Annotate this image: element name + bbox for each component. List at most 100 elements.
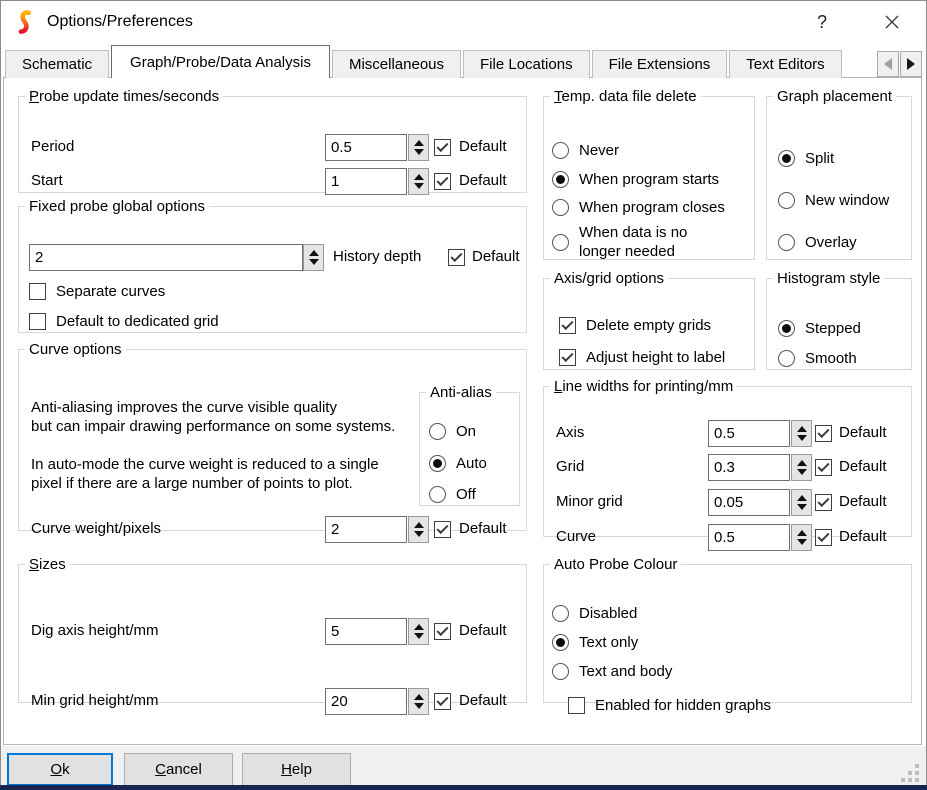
dig-axis-height-spinner[interactable] — [408, 618, 429, 645]
grid-width-spinner[interactable] — [791, 454, 812, 481]
default-label: Default — [459, 138, 507, 155]
group-line-widths: Line widths for printing/mm Axis Default… — [543, 378, 912, 537]
grid-width-default-checkbox[interactable] — [815, 459, 832, 476]
anti-alias-auto-option[interactable]: Auto — [429, 455, 487, 472]
separate-curves-checkbox[interactable] — [29, 283, 46, 300]
tab-file-extensions[interactable]: File Extensions — [592, 50, 728, 78]
radio-new-window — [778, 192, 795, 209]
help-titlebar-button[interactable]: ? — [799, 1, 845, 43]
close-button[interactable] — [869, 1, 915, 43]
period-input[interactable] — [325, 134, 407, 161]
dedicated-grid-checkbox[interactable] — [29, 313, 46, 330]
window-bottom-edge — [0, 785, 927, 790]
curve-width-row: Curve Default — [544, 524, 911, 551]
axis-width-input[interactable] — [708, 420, 790, 447]
minor-grid-width-spinner[interactable] — [791, 489, 812, 516]
minor-grid-default-checkbox[interactable] — [815, 494, 832, 511]
probe-colour-text-only-option[interactable]: Text only — [552, 634, 638, 651]
history-depth-spinner[interactable] — [303, 244, 324, 271]
min-grid-height-input[interactable] — [325, 688, 407, 715]
tab-graph-probe-data-analysis[interactable]: Graph/Probe/Data Analysis — [111, 45, 330, 78]
dig-axis-height-input[interactable] — [325, 618, 407, 645]
curve-weight-spinner[interactable] — [408, 516, 429, 543]
tab-scroll-left-button[interactable] — [877, 51, 899, 77]
spin-down-icon — [797, 504, 807, 510]
placement-overlay-option[interactable]: Overlay — [778, 234, 857, 251]
help-button[interactable]: Help — [242, 753, 351, 786]
tab-file-locations[interactable]: File Locations — [463, 50, 590, 78]
probe-colour-text-and-body-option[interactable]: Text and body — [552, 663, 672, 680]
spin-down-icon — [414, 149, 424, 155]
dedicated-grid-option[interactable]: Default to dedicated grid — [29, 313, 219, 330]
dig-axis-default-checkbox[interactable] — [434, 623, 451, 640]
radio-split — [778, 150, 795, 167]
period-default-checkbox[interactable] — [434, 139, 451, 156]
tab-miscellaneous[interactable]: Miscellaneous — [332, 50, 461, 78]
histogram-smooth-option[interactable]: Smooth — [778, 350, 857, 367]
probe-colour-disabled-option[interactable]: Disabled — [552, 605, 637, 622]
min-grid-default-checkbox[interactable] — [434, 693, 451, 710]
tab-scroll-buttons — [877, 51, 922, 77]
hidden-graphs-checkbox[interactable] — [568, 697, 585, 714]
curve-width-spinner[interactable] — [791, 524, 812, 551]
delete-empty-grids-option[interactable]: Delete empty grids — [559, 317, 711, 334]
ok-button[interactable]: Ok — [7, 753, 113, 786]
adjust-height-checkbox[interactable] — [559, 349, 576, 366]
period-row: Period Default — [19, 134, 526, 161]
hidden-graphs-option[interactable]: Enabled for hidden graphs — [568, 697, 771, 714]
start-spinner[interactable] — [408, 168, 429, 195]
min-grid-height-spinner[interactable] — [408, 688, 429, 715]
curve-width-input[interactable] — [708, 524, 790, 551]
start-input[interactable] — [325, 168, 407, 195]
delete-on-start-option[interactable]: When program starts — [552, 171, 719, 188]
tab-schematic[interactable]: Schematic — [5, 50, 109, 78]
grid-width-label: Grid — [556, 458, 584, 475]
histogram-stepped-option[interactable]: Stepped — [778, 320, 861, 337]
default-label: Default — [459, 622, 507, 639]
spin-up-icon — [797, 460, 807, 466]
minor-grid-width-label: Minor grid — [556, 493, 623, 510]
spin-down-icon — [414, 633, 424, 639]
min-grid-height-row: Min grid height/mm Default — [19, 688, 526, 715]
anti-alias-description-1: Anti-aliasing improves the curve visible… — [31, 398, 395, 436]
separate-curves-option[interactable]: Separate curves — [29, 283, 165, 300]
resize-grip[interactable] — [901, 762, 923, 784]
radio-never — [552, 142, 569, 159]
curve-width-default-checkbox[interactable] — [815, 529, 832, 546]
axis-width-spinner[interactable] — [791, 420, 812, 447]
chevron-left-icon — [884, 58, 892, 70]
group-label: Probe update times/seconds — [25, 88, 223, 105]
start-default-checkbox[interactable] — [434, 173, 451, 190]
curve-weight-input[interactable] — [325, 516, 407, 543]
radio-disabled — [552, 605, 569, 622]
group-label: Curve options — [25, 341, 126, 358]
radio-auto — [429, 455, 446, 472]
tab-scroll-right-button[interactable] — [900, 51, 922, 77]
history-depth-input[interactable] — [29, 244, 303, 271]
cancel-button[interactable]: Cancel — [124, 753, 233, 786]
delete-empty-grids-checkbox[interactable] — [559, 317, 576, 334]
history-default-checkbox[interactable] — [448, 249, 465, 266]
group-label: Line widths for printing/mm — [550, 378, 737, 395]
anti-alias-on-option[interactable]: On — [429, 423, 476, 440]
radio-data-not-needed — [552, 234, 569, 251]
placement-new-window-option[interactable]: New window — [778, 192, 889, 209]
delete-on-close-option[interactable]: When program closes — [552, 199, 725, 216]
group-graph-placement: Graph placement Split New window Overlay — [766, 88, 912, 260]
curve-weight-default-checkbox[interactable] — [434, 521, 451, 538]
adjust-height-option[interactable]: Adjust height to label — [559, 349, 725, 366]
tab-text-editors[interactable]: Text Editors — [729, 50, 841, 78]
anti-alias-off-option[interactable]: Off — [429, 486, 476, 503]
history-depth-label: History depth — [333, 248, 421, 265]
placement-split-option[interactable]: Split — [778, 150, 834, 167]
group-curve-options: Curve options Anti-aliasing improves the… — [18, 341, 527, 531]
minor-grid-width-input[interactable] — [708, 489, 790, 516]
delete-when-not-needed-option[interactable]: When data is nolonger needed — [552, 223, 687, 261]
group-probe-update-times: Probe update times/seconds Period Defaul… — [18, 88, 527, 193]
radio-program-starts — [552, 171, 569, 188]
delete-never-option[interactable]: Never — [552, 142, 619, 159]
group-sizes: Sizes Dig axis height/mm Default Min gri… — [18, 556, 527, 703]
grid-width-input[interactable] — [708, 454, 790, 481]
period-spinner[interactable] — [408, 134, 429, 161]
axis-width-default-checkbox[interactable] — [815, 425, 832, 442]
